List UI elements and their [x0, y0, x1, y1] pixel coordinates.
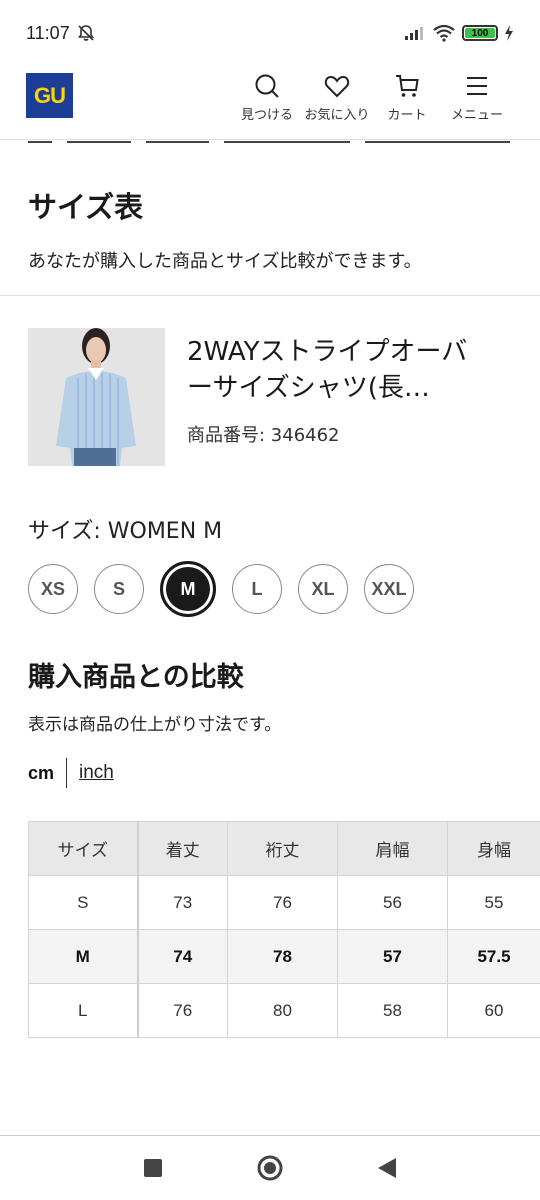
- charging-icon: [505, 25, 513, 41]
- tabs-strip: [0, 141, 540, 145]
- comparison-description: 表示は商品の仕上がり寸法です。: [28, 715, 282, 735]
- size-comparison-table: サイズ 着丈 裄丈 肩幅 身幅 S 73 76 56 55 M 74 78 57…: [28, 821, 540, 1038]
- unit-separator: [66, 758, 68, 788]
- size-options: XS S M L XL XXL: [28, 561, 414, 617]
- status-time: 11:07: [26, 22, 70, 43]
- comparison-title: 購入商品との比較: [28, 662, 244, 693]
- table-cell-size: S: [28, 875, 139, 930]
- app-header: GU 見つける お気に入り カート メニュー: [0, 66, 540, 140]
- search-icon: [255, 74, 279, 98]
- nav-favorites[interactable]: お気に入り: [302, 72, 372, 123]
- table-cell: 74: [137, 929, 228, 984]
- nav-find[interactable]: 見つける: [232, 72, 302, 123]
- header-nav: 見つける お気に入り カート メニュー: [232, 72, 512, 123]
- table-cell: 60: [447, 983, 540, 1038]
- selected-size-label: サイズ: WOMEN M: [28, 519, 223, 544]
- product-name-line2: ーサイズシャツ(長…: [187, 373, 430, 403]
- unit-toggle: cm inch: [28, 758, 114, 788]
- nav-find-label: 見つける: [240, 108, 293, 123]
- table-cell: 57: [337, 929, 448, 984]
- table-cell-size: M: [28, 929, 139, 984]
- size-option-xl[interactable]: XL: [298, 564, 348, 614]
- table-header-cell: 着丈: [137, 821, 228, 876]
- back-icon[interactable]: [376, 1156, 398, 1180]
- recents-icon[interactable]: [142, 1157, 164, 1179]
- table-header-cell: 肩幅: [337, 821, 448, 876]
- nav-favorites-label: お気に入り: [304, 108, 370, 123]
- battery-indicator: 100: [462, 25, 498, 41]
- product-image: [28, 328, 165, 466]
- notifications-off-icon: [77, 25, 94, 41]
- nav-cart-label: カート: [387, 108, 427, 123]
- gu-logo[interactable]: GU: [26, 73, 73, 118]
- size-option-l[interactable]: L: [232, 564, 282, 614]
- size-option-m[interactable]: M: [160, 561, 216, 617]
- table-cell: 76: [137, 983, 228, 1038]
- size-chart-title: サイズ表: [28, 190, 144, 224]
- heart-icon: [324, 75, 350, 98]
- table-cell: 57.5: [447, 929, 540, 984]
- table-header-cell: サイズ: [28, 821, 139, 876]
- section-divider: [0, 295, 540, 296]
- table-cell: 56: [337, 875, 448, 930]
- tab-underline: [67, 141, 131, 143]
- table-row-highlighted: M 74 78 57 57.5: [28, 929, 540, 984]
- battery-level: 100: [471, 27, 489, 39]
- table-row: S 73 76 56 55: [28, 875, 540, 930]
- cart-icon: [396, 75, 419, 97]
- status-bar: 11:07 100: [0, 0, 540, 66]
- tab-underline: [365, 141, 510, 143]
- table-cell: 55: [447, 875, 540, 930]
- table-header-row: サイズ 着丈 裄丈 肩幅 身幅: [28, 821, 540, 876]
- tab-underline: [146, 141, 209, 143]
- table-cell: 76: [227, 875, 338, 930]
- size-option-xs[interactable]: XS: [28, 564, 78, 614]
- table-header-cell: 裄丈: [227, 821, 338, 876]
- nav-menu-label: メニュー: [450, 108, 503, 123]
- size-option-s[interactable]: S: [94, 564, 144, 614]
- home-icon[interactable]: [256, 1154, 284, 1182]
- nav-menu[interactable]: メニュー: [442, 72, 512, 123]
- signal-icon: [405, 27, 423, 40]
- wifi-icon: [433, 24, 455, 42]
- product-name[interactable]: 2WAYストライプオーバ ーサイズシャツ(長…: [187, 334, 507, 406]
- table-cell-size: L: [28, 983, 139, 1038]
- product-code: 商品番号: 346462: [187, 425, 340, 446]
- tab-underline: [28, 141, 52, 143]
- product-name-line1: 2WAYストライプオーバ: [187, 337, 468, 367]
- nav-cart[interactable]: カート: [372, 72, 442, 123]
- size-option-xxl[interactable]: XXL: [364, 564, 414, 614]
- table-header-cell: 身幅: [447, 821, 540, 876]
- table-cell: 58: [337, 983, 448, 1038]
- table-cell: 78: [227, 929, 338, 984]
- menu-icon: [467, 77, 487, 95]
- table-cell: 73: [137, 875, 228, 930]
- table-row: L 76 80 58 60: [28, 983, 540, 1038]
- system-navigation-bar: [0, 1136, 540, 1200]
- size-chart-description: あなたが購入した商品とサイズ比較ができます。: [28, 251, 422, 272]
- table-cell: 80: [227, 983, 338, 1038]
- unit-cm-option[interactable]: cm: [28, 763, 54, 784]
- tab-underline: [224, 141, 350, 143]
- unit-inch-link[interactable]: inch: [79, 762, 114, 784]
